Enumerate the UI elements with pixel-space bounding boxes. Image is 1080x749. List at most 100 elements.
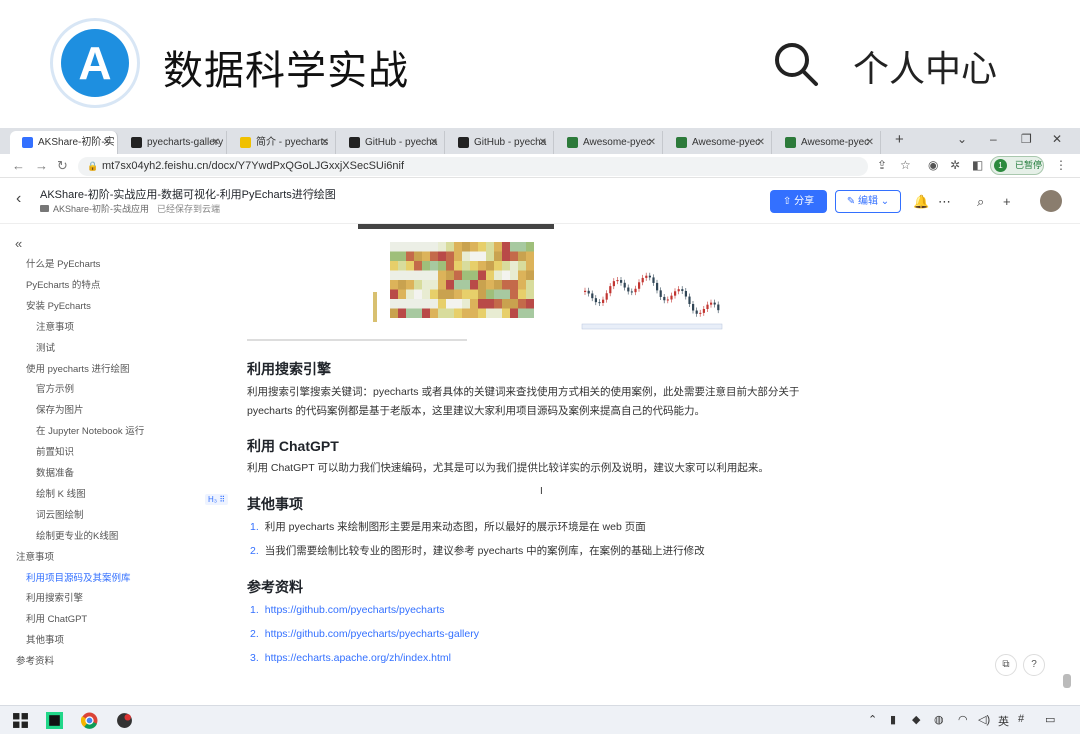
browser-tab[interactable]: Awesome-pyec ✕	[773, 131, 881, 154]
close-window-icon[interactable]: ✕	[1052, 132, 1062, 146]
tab-close-icon[interactable]: ✕	[212, 131, 220, 154]
more-icon[interactable]: ⋯	[938, 194, 951, 210]
heatmap-cell	[510, 270, 518, 280]
new-tab-button[interactable]: +	[895, 131, 904, 148]
tab-close-icon[interactable]: ✕	[648, 131, 656, 154]
browser-tab[interactable]: Awesome-pyec ✕	[664, 131, 772, 154]
tab-close-icon[interactable]: ✕	[321, 131, 329, 154]
collapse-toc-icon[interactable]: «	[15, 236, 22, 251]
back-arrow-icon[interactable]: ←	[12, 158, 25, 173]
copy-doc-icon[interactable]: ⧉	[995, 654, 1017, 676]
edit-mode-button[interactable]: ✎ 编辑 ⌄	[835, 190, 901, 213]
toc-item[interactable]: 测试	[36, 340, 55, 354]
toc-item[interactable]: 利用项目源码及其案例库	[26, 570, 131, 584]
restore-icon[interactable]: ❐	[1021, 132, 1032, 146]
candle-body	[634, 288, 637, 293]
search-icon[interactable]	[772, 40, 820, 88]
keyboard-layout-icon[interactable]: #	[1018, 713, 1024, 725]
browser-tab[interactable]: GitHub - pyecha ✕	[446, 131, 554, 154]
ime-indicator[interactable]: 英	[998, 713, 1009, 729]
doc-search-icon[interactable]: ⌕	[977, 194, 984, 210]
url-input[interactable]: 🔒 mt7sx04yh2.feishu.cn/docx/Y7YwdPxQGoLJ…	[78, 157, 868, 176]
puzzle-extensions-icon[interactable]: ✲	[950, 158, 960, 172]
site-logo[interactable]: A	[50, 18, 140, 108]
browser-tab[interactable]: pyecharts-gallery ✕	[119, 131, 227, 154]
app-icon[interactable]	[116, 712, 133, 729]
toc-item[interactable]: 保存为图片	[36, 402, 84, 416]
share-button[interactable]: ⇧ 分享	[770, 190, 827, 213]
heading-level-badge[interactable]: H₃ ⠿	[205, 494, 229, 505]
toc-item[interactable]: 绘制 K 线图	[36, 486, 86, 500]
toc-item[interactable]: 官方示例	[36, 381, 74, 395]
save-status: 已经保存到云端	[157, 204, 221, 214]
share-page-icon[interactable]: ⇪	[877, 158, 887, 172]
forward-arrow-icon[interactable]: →	[35, 158, 48, 173]
user-avatar[interactable]	[1040, 190, 1062, 212]
windows-start-icon[interactable]	[12, 712, 29, 729]
side-panel-icon[interactable]: ◧	[972, 158, 983, 172]
toc-item[interactable]: 在 Jupyter Notebook 运行	[36, 423, 144, 437]
tab-close-icon[interactable]: ✕	[539, 131, 547, 154]
bookmark-star-icon[interactable]: ☆	[900, 158, 911, 172]
chrome-icon[interactable]	[81, 712, 98, 729]
heatmap-cell	[422, 289, 430, 299]
toc-item[interactable]: 注意事项	[16, 549, 54, 563]
browser-tab[interactable]: AKShare-初阶-实 ✕	[10, 131, 118, 154]
tab-close-icon[interactable]: ✕	[866, 131, 874, 154]
tray-chevron-icon[interactable]: ⌃	[868, 713, 877, 726]
toc-item[interactable]: 使用 pyecharts 进行绘图	[26, 361, 129, 375]
personal-center-link[interactable]: 个人中心	[853, 40, 997, 92]
tray-app-icon[interactable]: ◆	[912, 713, 920, 726]
browser-tab[interactable]: 简介 - pyecharts ✕	[228, 131, 336, 154]
scrollbar-thumb[interactable]	[1063, 674, 1071, 688]
doc-back-icon[interactable]: ‹	[16, 190, 21, 208]
heatmap-cell	[494, 251, 502, 261]
toc-item[interactable]: 什么是 PyEcharts	[26, 256, 100, 270]
wifi-icon[interactable]: ◠	[958, 713, 968, 726]
breadcrumb[interactable]: AKShare-初阶-实战应用	[40, 202, 149, 215]
microphone-icon[interactable]: ▮	[890, 713, 896, 726]
doc-content: 利用搜索引擎 利用搜索引擎搜索关键词：pyecharts 或者具体的关键词来查找…	[200, 224, 1060, 704]
candle-body	[641, 277, 644, 283]
minimize-icon[interactable]: –	[990, 132, 997, 146]
browser-tab[interactable]: Awesome-pyec ✕	[555, 131, 663, 154]
heatmap-cell	[422, 242, 430, 252]
candle-body	[627, 287, 630, 292]
doc-header: ‹ AKShare-初阶-实战应用-数据可视化-利用PyEcharts进行绘图 …	[0, 178, 1080, 224]
tab-close-icon[interactable]: ✕	[757, 131, 765, 154]
reload-icon[interactable]: ↻	[57, 158, 68, 174]
tab-favicon-icon	[131, 137, 142, 148]
browser-menu-icon[interactable]: ⋮	[1055, 158, 1067, 172]
heatmap-cell	[470, 251, 478, 261]
favorite-star-icon[interactable]: ☆	[305, 185, 316, 199]
reference-link[interactable]: 3. https://echarts.apache.org/zh/index.ht…	[250, 652, 451, 664]
wechat-icon[interactable]: ◍	[934, 713, 944, 726]
toc-item[interactable]: 绘制更专业的K线图	[36, 528, 118, 542]
toc-item[interactable]: 安装 PyEcharts	[26, 298, 91, 312]
bell-icon[interactable]: 🔔	[913, 194, 929, 210]
browser-tab[interactable]: GitHub - pyecha ✕	[337, 131, 445, 154]
reference-link[interactable]: 2. https://github.com/pyecharts/pyecharts…	[250, 628, 479, 640]
heatmap-cell	[494, 261, 502, 271]
toc-item[interactable]: 利用 ChatGPT	[26, 611, 87, 625]
extension-icon[interactable]: ◉	[928, 158, 938, 172]
reference-link[interactable]: 1. https://github.com/pyecharts/pyecharts	[250, 604, 445, 616]
toc-item[interactable]: 注意事项	[36, 319, 74, 333]
toc-item[interactable]: 词云图绘制	[36, 507, 84, 521]
notification-icon[interactable]: ▭	[1045, 713, 1055, 726]
help-icon[interactable]: ?	[1023, 654, 1045, 676]
tab-search-chevron-icon[interactable]: ⌄	[957, 132, 967, 146]
toc-item[interactable]: 其他事项	[26, 632, 64, 646]
toc-item[interactable]: 参考资料	[16, 653, 54, 667]
volume-icon[interactable]: ◁)	[978, 713, 990, 726]
tab-close-icon[interactable]: ✕	[430, 131, 438, 154]
toc-item[interactable]: 利用搜索引擎	[26, 590, 83, 604]
profile-paused-button[interactable]: 1 已暂停	[990, 156, 1044, 175]
heatmap-cell	[526, 242, 534, 252]
toc-item[interactable]: 数据准备	[36, 465, 74, 479]
add-icon[interactable]: +	[1003, 194, 1011, 209]
toc-item[interactable]: PyEcharts 的特点	[26, 277, 100, 291]
pycharm-icon[interactable]	[46, 712, 63, 729]
toc-item[interactable]: 前置知识	[36, 444, 74, 458]
tab-close-icon[interactable]: ✕	[103, 131, 111, 154]
